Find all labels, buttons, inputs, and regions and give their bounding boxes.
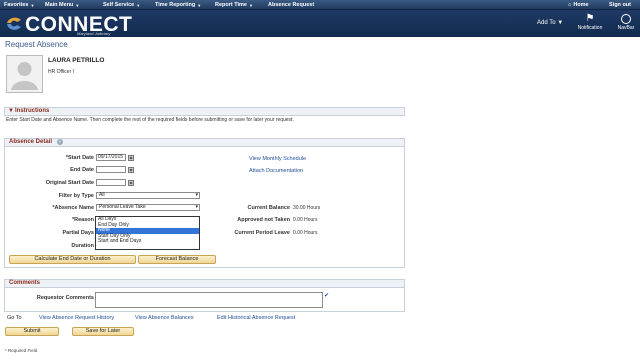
menu-favorites[interactable]: Favorites ▼ (4, 1, 34, 9)
chevron-down-icon: ▼ (30, 2, 35, 8)
chevron-down-icon: ▼ (249, 2, 253, 8)
approved-not-taken-label: Approved not Taken (237, 217, 290, 223)
calculate-end-date-button[interactable]: Calculate End Date or Duration (9, 255, 136, 264)
home-link[interactable]: ⌂ Home (568, 1, 589, 9)
absence-request-history-link[interactable]: View Absence Request History (39, 315, 114, 321)
menu-self-service[interactable]: Self Service ▼ (103, 1, 140, 9)
partial-days-label: Partial Days (62, 230, 95, 236)
calendar-icon[interactable]: ▦ (128, 180, 134, 186)
original-start-date-input[interactable] (96, 179, 126, 186)
help-icon[interactable]: ? (56, 139, 63, 145)
menu-absence-request[interactable]: Absence Request (268, 1, 314, 9)
absence-detail-header: Absence Detail ? (4, 138, 405, 147)
home-icon: ⌂ (568, 2, 572, 8)
chevron-down-icon: ▼ (75, 2, 80, 8)
calendar-icon[interactable]: ▦ (128, 155, 134, 161)
absence-name-select[interactable]: Personal Leave Take ▾ (96, 204, 200, 211)
sign-out-link[interactable]: Sign out (609, 1, 631, 9)
menu-main-menu[interactable]: Main Menu ▼ (45, 1, 79, 9)
page-title: Request Absence (5, 40, 68, 49)
current-period-leave-label: Current Period Leave (234, 230, 290, 236)
logo-subtext: Maryland Judiciary (77, 31, 111, 36)
attach-documentation-link[interactable]: Attach Documentation (249, 168, 303, 174)
employee-photo (6, 55, 43, 93)
view-monthly-schedule-link[interactable]: View Monthly Schedule (249, 156, 306, 162)
instructions-text: Enter Start Date and Absence Name. Then … (6, 117, 294, 123)
calendar-icon[interactable]: ▦ (128, 167, 134, 173)
forecast-balance-button[interactable]: Forecast Balance (138, 255, 216, 264)
flag-icon: ⚑ (585, 13, 595, 24)
add-to-menu[interactable]: Add To ▼ (537, 20, 563, 26)
chevron-down-icon: ▼ (197, 2, 202, 8)
start-date-input[interactable]: 09/17/2015 (96, 154, 126, 161)
start-date-label: *Start Date (65, 155, 94, 161)
employee-name: LAURA PETRILLO (48, 57, 105, 64)
connect-logo-icon (7, 17, 21, 30)
notification-button[interactable]: ⚑ Notification (575, 13, 605, 37)
filter-by-type-select[interactable]: All ▾ (96, 192, 200, 199)
submit-button[interactable]: Submit (5, 327, 59, 336)
current-balance-label: Current Balance (247, 205, 291, 211)
absence-balances-link[interactable]: View Absence Balances (135, 315, 194, 321)
current-balance-value: 30.00 Hours (293, 205, 321, 211)
chevron-down-icon: ▾ (195, 204, 198, 210)
chevron-down-icon: ▼ (557, 20, 564, 26)
end-date-label: End Date (70, 167, 94, 173)
edit-historical-absence-link[interactable]: Edit Historical Absence Request (217, 315, 295, 321)
menu-time-reporting[interactable]: Time Reporting ▼ (155, 1, 201, 9)
goto-label: Go To (7, 315, 22, 321)
reason-label: *Reason (71, 217, 94, 223)
chevron-down-icon: ▾ (195, 192, 198, 198)
end-date-input[interactable] (96, 166, 126, 173)
menu-report-time[interactable]: Report Time ▼ (215, 1, 253, 9)
current-period-leave-value: 0.00 Hours (293, 230, 318, 236)
absence-name-label: *Absence Name (52, 205, 94, 211)
navbar-button[interactable]: NavBar (613, 13, 639, 37)
instructions-header[interactable]: ▼ Instructions (4, 107, 405, 116)
dropdown-option[interactable]: Start and End Days (96, 239, 199, 245)
requestor-comments-label: Requestor Comments (36, 295, 94, 301)
requestor-comments-textarea[interactable] (95, 292, 323, 308)
original-start-date-label: Original Start Date (45, 180, 94, 186)
collapse-icon: ▼ (8, 108, 14, 114)
comments-header: Comments (4, 279, 405, 288)
chevron-down-icon: ▼ (136, 2, 141, 8)
save-for-later-button[interactable]: Save for Later (72, 327, 134, 336)
required-field-note: * Required Field (5, 348, 38, 353)
partial-days-dropdown-list[interactable]: All Days End Day Only None Start Day Onl… (95, 216, 200, 250)
approved-not-taken-value: 0.00 Hours (293, 217, 318, 223)
compass-icon (621, 14, 631, 24)
duration-label: Duration (71, 243, 94, 249)
top-menu-bar: Favorites ▼ Main Menu ▼ Self Service ▼ Time… (0, 0, 640, 10)
filter-by-type-label: Filter by Type (58, 193, 94, 199)
employee-title: HR Officer I (48, 69, 75, 75)
spellcheck-icon[interactable]: ✔ (324, 292, 329, 299)
